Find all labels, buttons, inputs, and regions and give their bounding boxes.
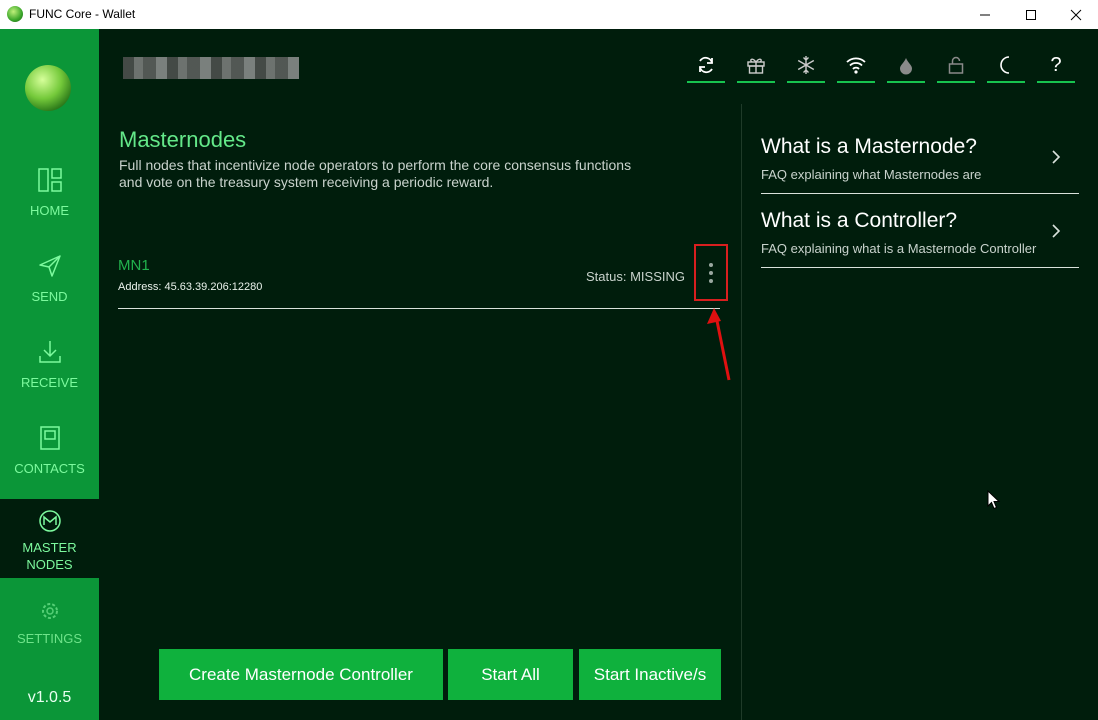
tor-button[interactable] bbox=[887, 49, 925, 83]
faq-item-controller[interactable]: What is a Controller? FAQ explaining wha… bbox=[761, 193, 1079, 268]
page-subtitle: Full nodes that incentivize node operato… bbox=[119, 157, 632, 190]
row-divider bbox=[118, 308, 720, 309]
lock-button[interactable] bbox=[937, 49, 975, 83]
faq-answer: FAQ explaining what Masternodes are bbox=[761, 167, 982, 182]
sidebar-item-masternodes[interactable]: MASTER NODES bbox=[0, 499, 99, 578]
sync-icon bbox=[699, 56, 713, 74]
wallet-app: HOME SEND RECEIVE CONTACTS MASTER NODES … bbox=[0, 29, 1098, 720]
moon-icon bbox=[1000, 56, 1010, 74]
sidebar-item-contacts[interactable]: CONTACTS bbox=[0, 415, 99, 501]
sync-button[interactable] bbox=[687, 49, 725, 83]
sidebar-item-label: RECEIVE bbox=[20, 375, 79, 390]
masternode-name: MN1 bbox=[118, 257, 150, 274]
page-title: Masternodes bbox=[119, 127, 247, 152]
close-icon bbox=[1070, 9, 1082, 20]
snowflake-icon bbox=[797, 56, 815, 74]
gift-icon bbox=[747, 58, 765, 74]
faq-question: What is a Controller? bbox=[761, 209, 958, 232]
more-vert-icon bbox=[709, 262, 713, 267]
masternode-address: Address: 45.63.39.206:12280 bbox=[118, 281, 263, 293]
app-logo-icon bbox=[7, 6, 23, 22]
sidebar-item-receive[interactable]: RECEIVE bbox=[0, 329, 99, 415]
sidebar-item-label: HOME bbox=[30, 203, 69, 218]
minimize-button[interactable] bbox=[962, 0, 1008, 29]
home-icon bbox=[37, 168, 62, 192]
tor-icon bbox=[900, 58, 912, 75]
mouse-cursor-icon bbox=[987, 490, 1001, 510]
close-button[interactable] bbox=[1053, 0, 1098, 29]
settings-icon bbox=[41, 603, 58, 619]
chevron-right-icon bbox=[1052, 150, 1061, 164]
faq-item-masternode[interactable]: What is a Masternode? FAQ explaining wha… bbox=[761, 119, 1079, 194]
receive-icon bbox=[38, 341, 61, 363]
sidebar-item-label: SEND bbox=[31, 289, 68, 304]
wallet-logo bbox=[25, 65, 71, 111]
help-icon: ? bbox=[1050, 53, 1062, 76]
sidebar: HOME SEND RECEIVE CONTACTS MASTER NODES … bbox=[0, 29, 99, 720]
create-masternode-controller-button[interactable]: Create Masternode Controller bbox=[159, 649, 443, 700]
annotation-arrow-icon bbox=[707, 308, 731, 381]
sidebar-item-home[interactable]: HOME bbox=[0, 157, 99, 243]
sidebar-item-settings[interactable]: SETTINGS bbox=[0, 589, 99, 675]
masternode-status: Status: MISSING bbox=[586, 269, 685, 284]
theme-button[interactable] bbox=[987, 49, 1025, 83]
title-bar: FUNC Core - Wallet bbox=[0, 0, 1098, 29]
unlock-icon bbox=[948, 56, 964, 74]
minimize-icon bbox=[980, 14, 990, 15]
wallet-name-blurred bbox=[123, 57, 299, 79]
chevron-right-icon bbox=[1052, 224, 1061, 238]
wifi-icon bbox=[846, 57, 866, 74]
panel-divider bbox=[741, 104, 742, 720]
masternodes-icon bbox=[38, 510, 61, 532]
staking-button[interactable] bbox=[787, 49, 825, 83]
sidebar-item-label: SETTINGS bbox=[16, 631, 82, 646]
sidebar-item-label-line1: MASTER bbox=[22, 540, 77, 555]
gift-button[interactable] bbox=[737, 49, 775, 83]
window-title: FUNC Core - Wallet bbox=[29, 7, 136, 21]
masternode-menu-button[interactable] bbox=[694, 244, 728, 301]
maximize-button[interactable] bbox=[1008, 0, 1054, 29]
start-all-button[interactable]: Start All bbox=[448, 649, 573, 700]
sidebar-item-label-line2: NODES bbox=[26, 557, 73, 572]
start-inactive-button[interactable]: Start Inactive/s bbox=[579, 649, 721, 700]
contacts-icon bbox=[39, 426, 60, 450]
faq-answer: FAQ explaining what is a Masternode Cont… bbox=[761, 241, 1037, 256]
faq-question: What is a Masternode? bbox=[761, 135, 977, 158]
sidebar-item-send[interactable]: SEND bbox=[0, 243, 99, 329]
maximize-icon bbox=[1026, 9, 1036, 20]
help-button[interactable]: ? bbox=[1037, 49, 1075, 83]
send-icon bbox=[38, 255, 61, 277]
version-label: v1.0.5 bbox=[27, 689, 72, 706]
network-button[interactable] bbox=[837, 49, 875, 83]
sidebar-item-label: CONTACTS bbox=[14, 461, 85, 476]
